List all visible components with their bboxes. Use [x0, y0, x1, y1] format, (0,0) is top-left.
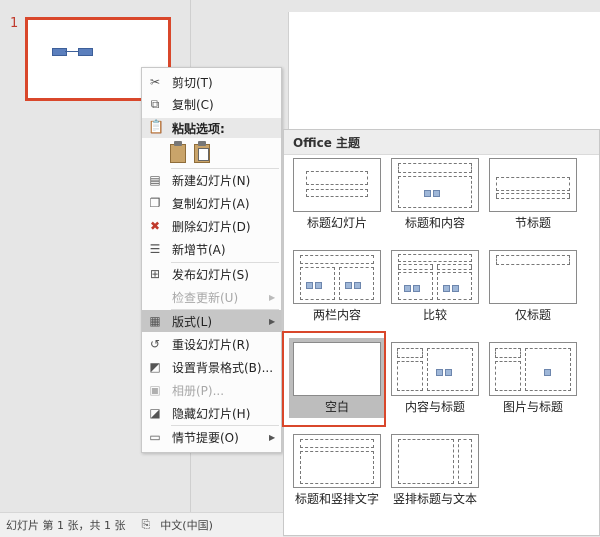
paste-keep-source-icon[interactable]: [170, 141, 188, 163]
layout-content-with-caption[interactable]: 内容与标题: [387, 338, 483, 418]
layout-thumbnail: [293, 434, 381, 488]
layout-thumbnail: [489, 342, 577, 396]
duplicate-slide-icon: ❐: [149, 196, 161, 210]
layout-thumbnail: [489, 158, 577, 212]
slide-number: 1: [10, 16, 19, 31]
thumbnail-shape: [78, 48, 93, 56]
menu-item-cut[interactable]: ✂ 剪切(T): [142, 71, 281, 93]
publish-slides-icon: ⊞: [149, 267, 161, 281]
layout-thumbnail: [293, 250, 381, 304]
format-background-icon: ◩: [149, 360, 161, 374]
notes-icon[interactable]: ⎘: [141, 518, 150, 532]
menu-item-publish-slides[interactable]: ⊞ 发布幻灯片(S): [142, 263, 281, 285]
menu-item-new-slide[interactable]: ▤ 新建幻灯片(N): [142, 169, 281, 191]
context-menu: ✂ 剪切(T) ⧉ 复制(C) 📋 粘贴选项: ▤ 新建幻灯片(N) ❐ 复制幻…: [141, 67, 282, 453]
scissors-icon: ✂: [149, 75, 161, 89]
storyboard-icon: ▭: [149, 430, 161, 444]
menu-item-reset-slide[interactable]: ↺ 重设幻灯片(R): [142, 333, 281, 355]
layout-picture-with-caption[interactable]: 图片与标题: [485, 338, 581, 418]
hide-slide-icon: ◪: [149, 406, 161, 420]
submenu-arrow-icon: ▶: [269, 432, 276, 442]
slide-count-status: 幻灯片 第 1 张，共 1 张: [6, 519, 126, 532]
paste-picture-icon[interactable]: [194, 141, 212, 163]
menu-item-hide-slide[interactable]: ◪ 隐藏幻灯片(H): [142, 402, 281, 424]
layout-thumbnail: [489, 250, 577, 304]
menu-item-check-updates: 检查更新(U) ▶: [142, 286, 281, 308]
layout-title-only[interactable]: 仅标题: [485, 246, 581, 326]
language-status[interactable]: 中文(中国): [160, 517, 213, 533]
menu-item-copy[interactable]: ⧉ 复制(C): [142, 93, 281, 115]
submenu-arrow-icon: ▶: [269, 292, 276, 302]
paste-icon: 📋: [148, 120, 165, 135]
layout-submenu-header: Office 主题: [284, 130, 599, 155]
layout-two-content[interactable]: 两栏内容: [289, 246, 385, 326]
layout-title-and-content[interactable]: 标题和内容: [387, 154, 483, 234]
layout-comparison[interactable]: 比较: [387, 246, 483, 326]
new-slide-icon: ▤: [149, 173, 161, 187]
menu-item-storyboard[interactable]: ▭ 情节提要(O) ▶: [142, 426, 281, 448]
thumbnail-connector: [65, 51, 78, 52]
menu-item-duplicate-slide[interactable]: ❐ 复制幻灯片(A): [142, 192, 281, 214]
menu-item-photo-album: ▣ 相册(P)...: [142, 379, 281, 401]
delete-slide-icon: ✖: [149, 219, 161, 233]
selection-highlight: [282, 331, 386, 427]
paste-options: [170, 141, 212, 163]
reset-slide-icon: ↺: [149, 337, 161, 351]
layout-thumbnail: [391, 342, 479, 396]
menu-item-layout[interactable]: ▦ 版式(L) ▶: [142, 310, 281, 332]
layout-thumbnail: [391, 434, 479, 488]
layout-thumbnail: [293, 158, 381, 212]
layout-icon: ▦: [149, 314, 161, 328]
menu-item-add-section[interactable]: ☰ 新增节(A): [142, 238, 281, 260]
layout-thumbnail: [391, 250, 479, 304]
status-bar: 幻灯片 第 1 张，共 1 张 ⎘ 中文(中国): [0, 512, 283, 537]
layout-vertical-title-and-text[interactable]: 竖排标题与文本: [387, 430, 483, 510]
add-section-icon: ☰: [149, 242, 161, 256]
paste-options-header: 📋 粘贴选项:: [142, 118, 281, 138]
layout-title-slide[interactable]: 标题幻灯片: [289, 154, 385, 234]
layout-thumbnail: [391, 158, 479, 212]
photo-album-icon: ▣: [149, 383, 161, 397]
menu-item-format-background[interactable]: ◩ 设置背景格式(B)...: [142, 356, 281, 378]
copy-icon: ⧉: [150, 96, 160, 111]
layout-section-header[interactable]: 节标题: [485, 154, 581, 234]
layout-title-and-vertical-text[interactable]: 标题和竖排文字: [289, 430, 385, 510]
menu-item-delete-slide[interactable]: ✖ 删除幻灯片(D): [142, 215, 281, 237]
submenu-arrow-icon: ▶: [269, 316, 276, 326]
thumbnail-shape: [52, 48, 67, 56]
